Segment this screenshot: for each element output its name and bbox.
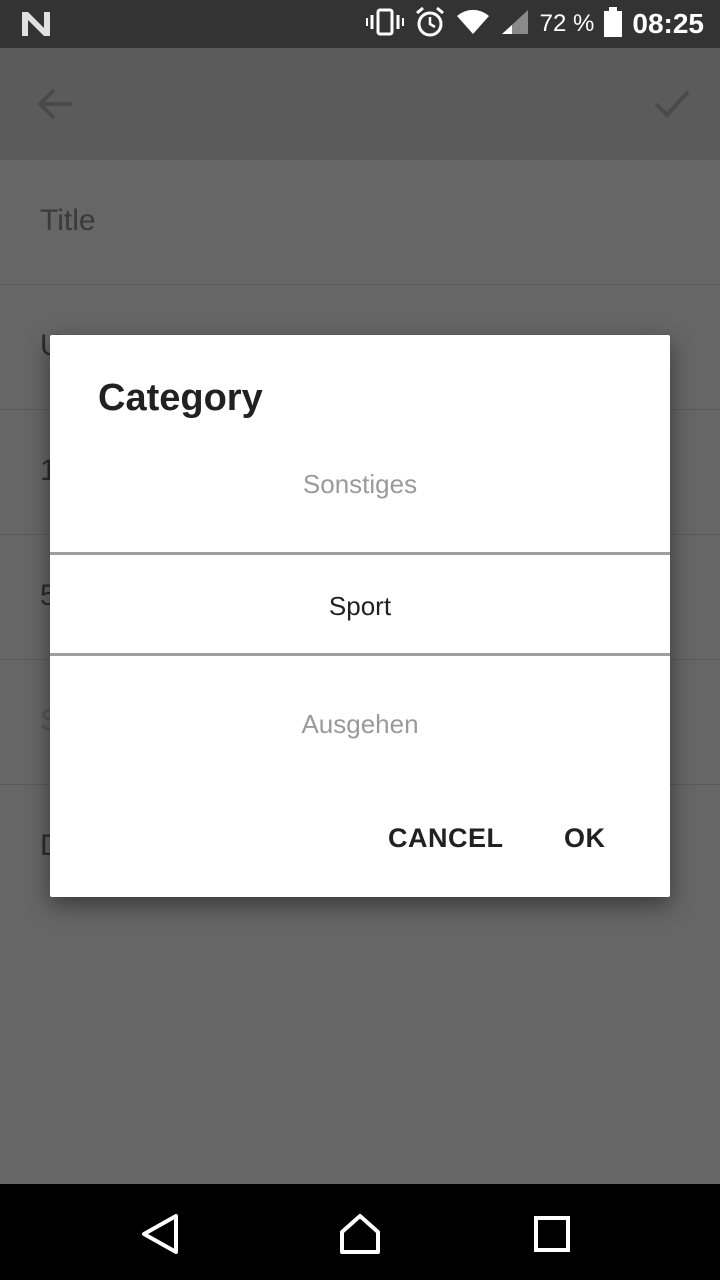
battery-icon: [604, 6, 623, 42]
navigation-bar: [0, 1184, 720, 1280]
status-bar: 72 % 08:25: [0, 0, 720, 48]
signal-icon: [500, 8, 530, 41]
ok-button[interactable]: OK: [564, 823, 606, 854]
picker-item-selected[interactable]: Sport: [50, 591, 670, 622]
vibrate-icon: [365, 7, 404, 42]
back-triangle-icon[interactable]: [138, 1212, 182, 1256]
status-icons: 72 % 08:25: [365, 0, 704, 48]
arrow-back-icon[interactable]: [36, 86, 76, 122]
app-toolbar: [0, 48, 720, 160]
dialog-title: Category: [98, 377, 263, 419]
n-logo-icon: [20, 10, 52, 38]
alarm-icon: [414, 6, 446, 43]
clock: 08:25: [632, 8, 704, 39]
picker-divider-bottom: [50, 653, 670, 656]
battery-percent: 72 %: [539, 10, 595, 37]
picker-item-next[interactable]: Ausgehen: [50, 709, 670, 740]
title-placeholder: Title: [40, 204, 96, 237]
picker-item-previous[interactable]: Sonstiges: [50, 469, 670, 500]
title-field[interactable]: Title: [0, 160, 720, 285]
wifi-icon: [456, 8, 490, 41]
recents-icon[interactable]: [530, 1212, 574, 1256]
picker-divider-top: [50, 552, 670, 555]
cancel-button[interactable]: CANCEL: [388, 823, 504, 854]
category-dialog: Category Sonstiges Sport Ausgehen CANCEL…: [50, 335, 670, 897]
check-icon[interactable]: [652, 86, 692, 122]
home-icon[interactable]: [338, 1212, 382, 1256]
